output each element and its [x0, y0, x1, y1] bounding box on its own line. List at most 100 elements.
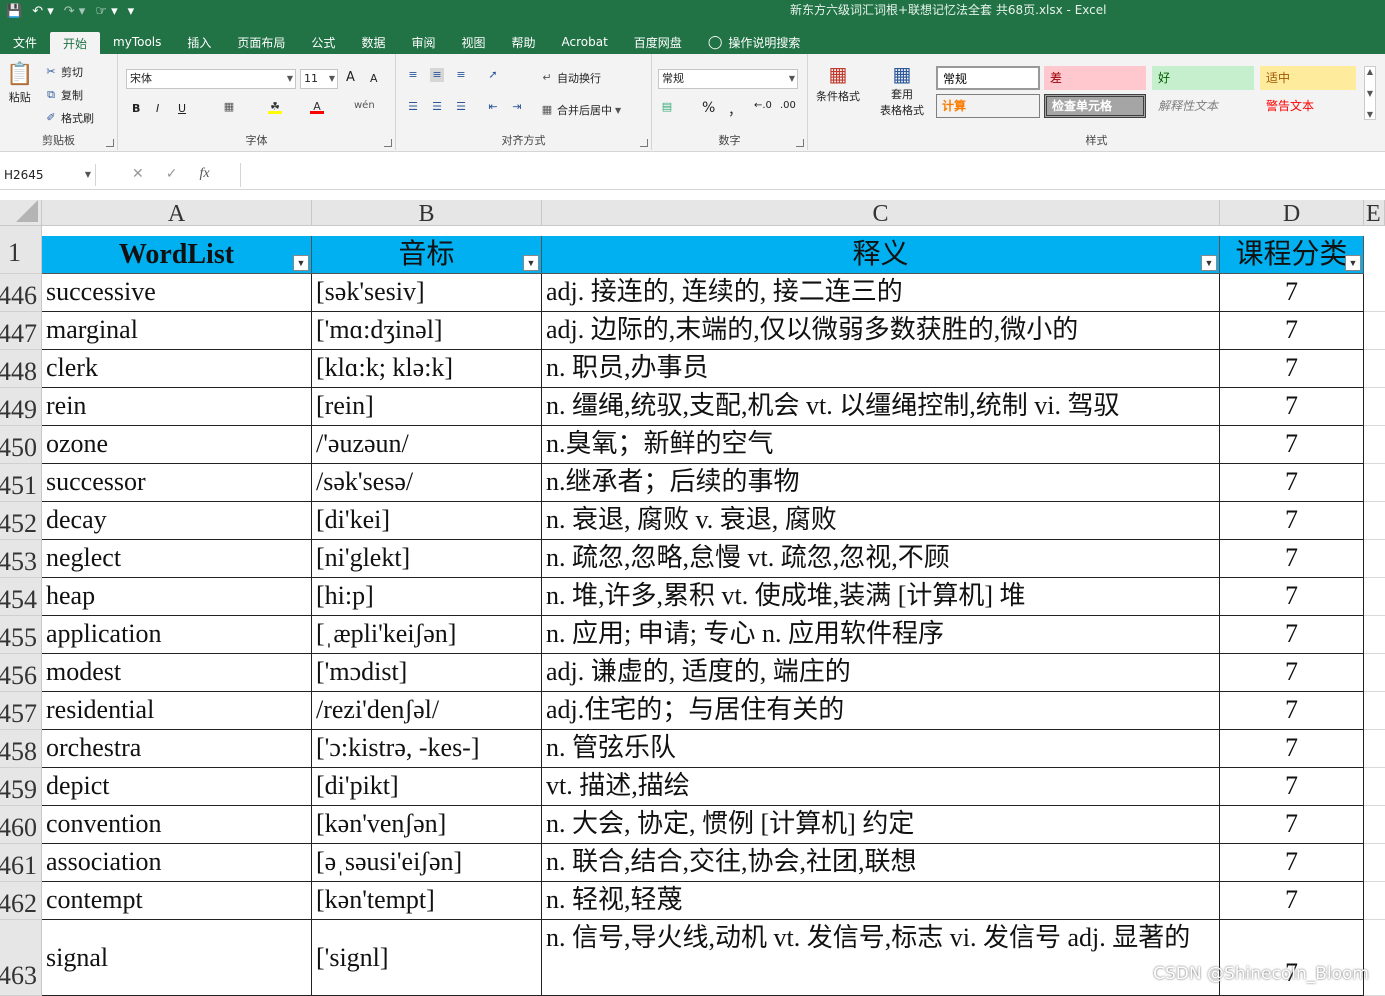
header-cell-course[interactable]: 课程分类 ▼	[1220, 236, 1364, 274]
decrease-indent-button[interactable]: ⇤	[486, 100, 500, 114]
merge-center-button[interactable]: ▦ 合并后居中 ▼	[540, 102, 621, 118]
word-cell[interactable]: successive	[42, 274, 312, 312]
empty-cell[interactable]	[1364, 806, 1385, 844]
empty-cell[interactable]	[1364, 312, 1385, 350]
phonetic-cell[interactable]: [sək'sesiv]	[312, 274, 542, 312]
styles-scroll[interactable]: ▲ ▼ ▼	[1364, 66, 1376, 120]
meaning-cell[interactable]: adj. 接连的, 连续的, 接二连三的	[542, 274, 1220, 312]
tab-formulas[interactable]: 公式	[298, 30, 348, 54]
course-cell[interactable]: 7	[1220, 882, 1364, 920]
empty-cell[interactable]	[1364, 578, 1385, 616]
format-painter-button[interactable]: ✐ 格式刷	[44, 110, 94, 126]
filter-dropdown-icon[interactable]: ▼	[1345, 255, 1361, 271]
row-header[interactable]: 460	[0, 806, 42, 844]
row-header[interactable]: 457	[0, 692, 42, 730]
empty-cell[interactable]	[1364, 768, 1385, 806]
grow-font-button[interactable]: A	[346, 70, 355, 85]
paste-button[interactable]: 📋 粘贴	[6, 62, 33, 105]
empty-cell[interactable]	[1364, 616, 1385, 654]
course-cell[interactable]: 7	[1220, 578, 1364, 616]
meaning-cell[interactable]: vt. 描述,描绘	[542, 768, 1220, 806]
course-cell[interactable]: 7	[1220, 388, 1364, 426]
column-header-b[interactable]: B	[312, 200, 542, 227]
phonetic-cell[interactable]: ['mɑ:dʒinəl]	[312, 312, 542, 350]
number-format-select[interactable]: 常规 ▼	[658, 69, 798, 89]
tab-acrobat[interactable]: Acrobat	[549, 30, 621, 54]
row-header[interactable]: 463	[0, 920, 42, 996]
number-launcher-icon[interactable]	[796, 139, 804, 147]
phonetic-cell[interactable]: [hi:p]	[312, 578, 542, 616]
course-cell[interactable]: 7	[1220, 312, 1364, 350]
phonetic-cell[interactable]: ['signl]	[312, 920, 542, 996]
row-header[interactable]: 455	[0, 616, 42, 654]
alignment-launcher-icon[interactable]	[640, 139, 648, 147]
accounting-format-button[interactable]: ▤	[660, 100, 674, 114]
word-cell[interactable]: depict	[42, 768, 312, 806]
empty-cell[interactable]	[1364, 882, 1385, 920]
row-header[interactable]: 459	[0, 768, 42, 806]
insert-function-icon[interactable]: fx	[199, 166, 209, 182]
empty-cell[interactable]	[1364, 350, 1385, 388]
orientation-button[interactable]: ➚	[486, 68, 500, 82]
empty-cell[interactable]	[1364, 844, 1385, 882]
customize-icon[interactable]: ▾	[128, 4, 135, 19]
course-cell[interactable]: 7	[1220, 730, 1364, 768]
course-cell[interactable]: 7	[1220, 426, 1364, 464]
cancel-icon[interactable]: ✕	[132, 166, 144, 182]
row-header[interactable]: 452	[0, 502, 42, 540]
phonetic-cell[interactable]: ['mɔdist]	[312, 654, 542, 692]
meaning-cell[interactable]: n.臭氧；新鲜的空气	[542, 426, 1220, 464]
style-bad[interactable]: 差	[1044, 66, 1146, 90]
row-header[interactable]: 449	[0, 388, 42, 426]
font-name-select[interactable]: 宋体 ▼	[126, 69, 296, 89]
course-cell[interactable]: 7	[1220, 502, 1364, 540]
word-cell[interactable]: association	[42, 844, 312, 882]
underline-button[interactable]: U	[178, 102, 186, 115]
word-cell[interactable]: marginal	[42, 312, 312, 350]
style-normal[interactable]: 常规	[936, 66, 1040, 90]
tell-me-search[interactable]: ◯ 操作说明搜索	[695, 30, 814, 54]
row-header[interactable]: 454	[0, 578, 42, 616]
row-header[interactable]: 448	[0, 350, 42, 388]
course-cell[interactable]: 7	[1220, 920, 1364, 996]
phonetic-cell[interactable]: [əˌsəusi'eiʃən]	[312, 844, 542, 882]
tab-baidu-netdisk[interactable]: 百度网盘	[621, 30, 695, 54]
column-header-d[interactable]: D	[1220, 200, 1364, 227]
filter-dropdown-icon[interactable]: ▼	[1201, 255, 1217, 271]
meaning-cell[interactable]: n. 管弦乐队	[542, 730, 1220, 768]
course-cell[interactable]: 7	[1220, 844, 1364, 882]
align-middle-button[interactable]: ≡	[430, 68, 444, 82]
empty-cell[interactable]	[1364, 464, 1385, 502]
meaning-cell[interactable]: n. 衰退, 腐败 v. 衰退, 腐败	[542, 502, 1220, 540]
enter-icon[interactable]: ✓	[166, 166, 178, 182]
course-cell[interactable]: 7	[1220, 616, 1364, 654]
tab-view[interactable]: 视图	[448, 30, 498, 54]
phonetic-cell[interactable]: [di'pikt]	[312, 768, 542, 806]
increase-indent-button[interactable]: ⇥	[510, 100, 524, 114]
word-cell[interactable]: signal	[42, 920, 312, 996]
course-cell[interactable]: 7	[1220, 464, 1364, 502]
phonetic-cell[interactable]: [ni'glekt]	[312, 540, 542, 578]
filter-dropdown-icon[interactable]: ▼	[293, 255, 309, 271]
phonetic-cell[interactable]: [di'kei]	[312, 502, 542, 540]
empty-cell[interactable]	[1364, 540, 1385, 578]
cut-button[interactable]: ✂ 剪切	[44, 64, 83, 80]
fill-color-button[interactable]: ☘	[268, 100, 282, 114]
save-icon[interactable]: 💾	[6, 4, 22, 19]
formula-input[interactable]	[240, 163, 1380, 187]
column-header-c[interactable]: C	[542, 200, 1220, 227]
meaning-cell[interactable]: n.继承者；后续的事物	[542, 464, 1220, 502]
phonetic-cell[interactable]: /rezi'denʃəl/	[312, 692, 542, 730]
header-cell-phonetic[interactable]: 音标 ▼	[312, 236, 542, 274]
decrease-decimal-button[interactable]: .00	[780, 100, 796, 111]
format-as-table-button[interactable]: ▦ 套用 表格格式	[880, 62, 924, 118]
tab-data[interactable]: 数据	[348, 30, 398, 54]
empty-cell[interactable]	[1364, 654, 1385, 692]
meaning-cell[interactable]: n. 堆,许多,累积 vt. 使成堆,装满 [计算机] 堆	[542, 578, 1220, 616]
word-cell[interactable]: application	[42, 616, 312, 654]
phonetic-cell[interactable]: [rein]	[312, 388, 542, 426]
comma-style-button[interactable]: ，	[728, 100, 742, 120]
bold-button[interactable]: B	[132, 102, 140, 115]
align-left-button[interactable]: ☰	[406, 100, 420, 114]
tab-review[interactable]: 审阅	[398, 30, 448, 54]
